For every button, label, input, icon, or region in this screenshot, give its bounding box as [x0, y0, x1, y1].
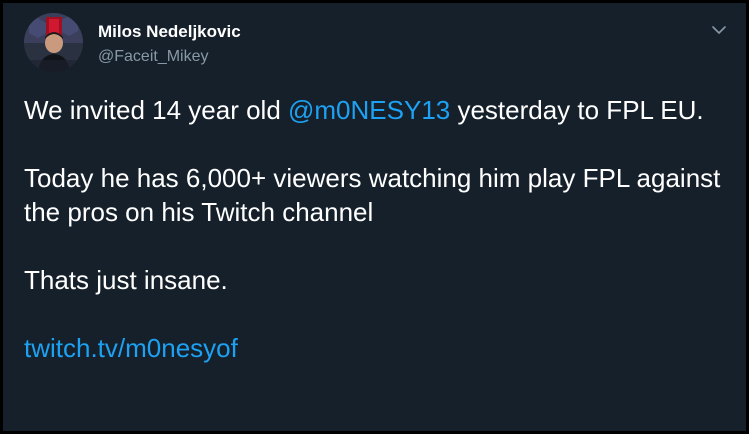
tweet-paragraph: Today he has 6,000+ viewers watching him…	[24, 163, 721, 227]
tweet-paragraph: twitch.tv/m0nesyof	[24, 331, 729, 365]
tweet-paragraph: Thats just insane.	[24, 265, 228, 295]
chevron-down-icon	[712, 26, 726, 34]
tweet-paragraph: We invited 14 year old @m0NESY13 yesterd…	[24, 93, 729, 127]
author-handle[interactable]: @Faceit_Mikey	[98, 46, 209, 68]
avatar-photo-icon	[24, 13, 83, 72]
author-avatar[interactable]	[24, 13, 83, 72]
tweet-card: Milos Nedeljkovic @Faceit_Mikey We invit…	[3, 3, 746, 431]
twitch-link[interactable]: twitch.tv/m0nesyof	[24, 333, 238, 363]
tweet-text: We invited 14 year old @m0NESY13 yesterd…	[24, 93, 729, 365]
tweet-text-segment: yesterday to FPL EU.	[450, 95, 704, 125]
mention-link[interactable]: @m0NESY13	[288, 95, 450, 125]
author-name[interactable]: Milos Nedeljkovic	[98, 21, 241, 43]
tweet-menu-button[interactable]	[710, 23, 728, 37]
tweet-text-segment: We invited 14 year old	[24, 95, 288, 125]
